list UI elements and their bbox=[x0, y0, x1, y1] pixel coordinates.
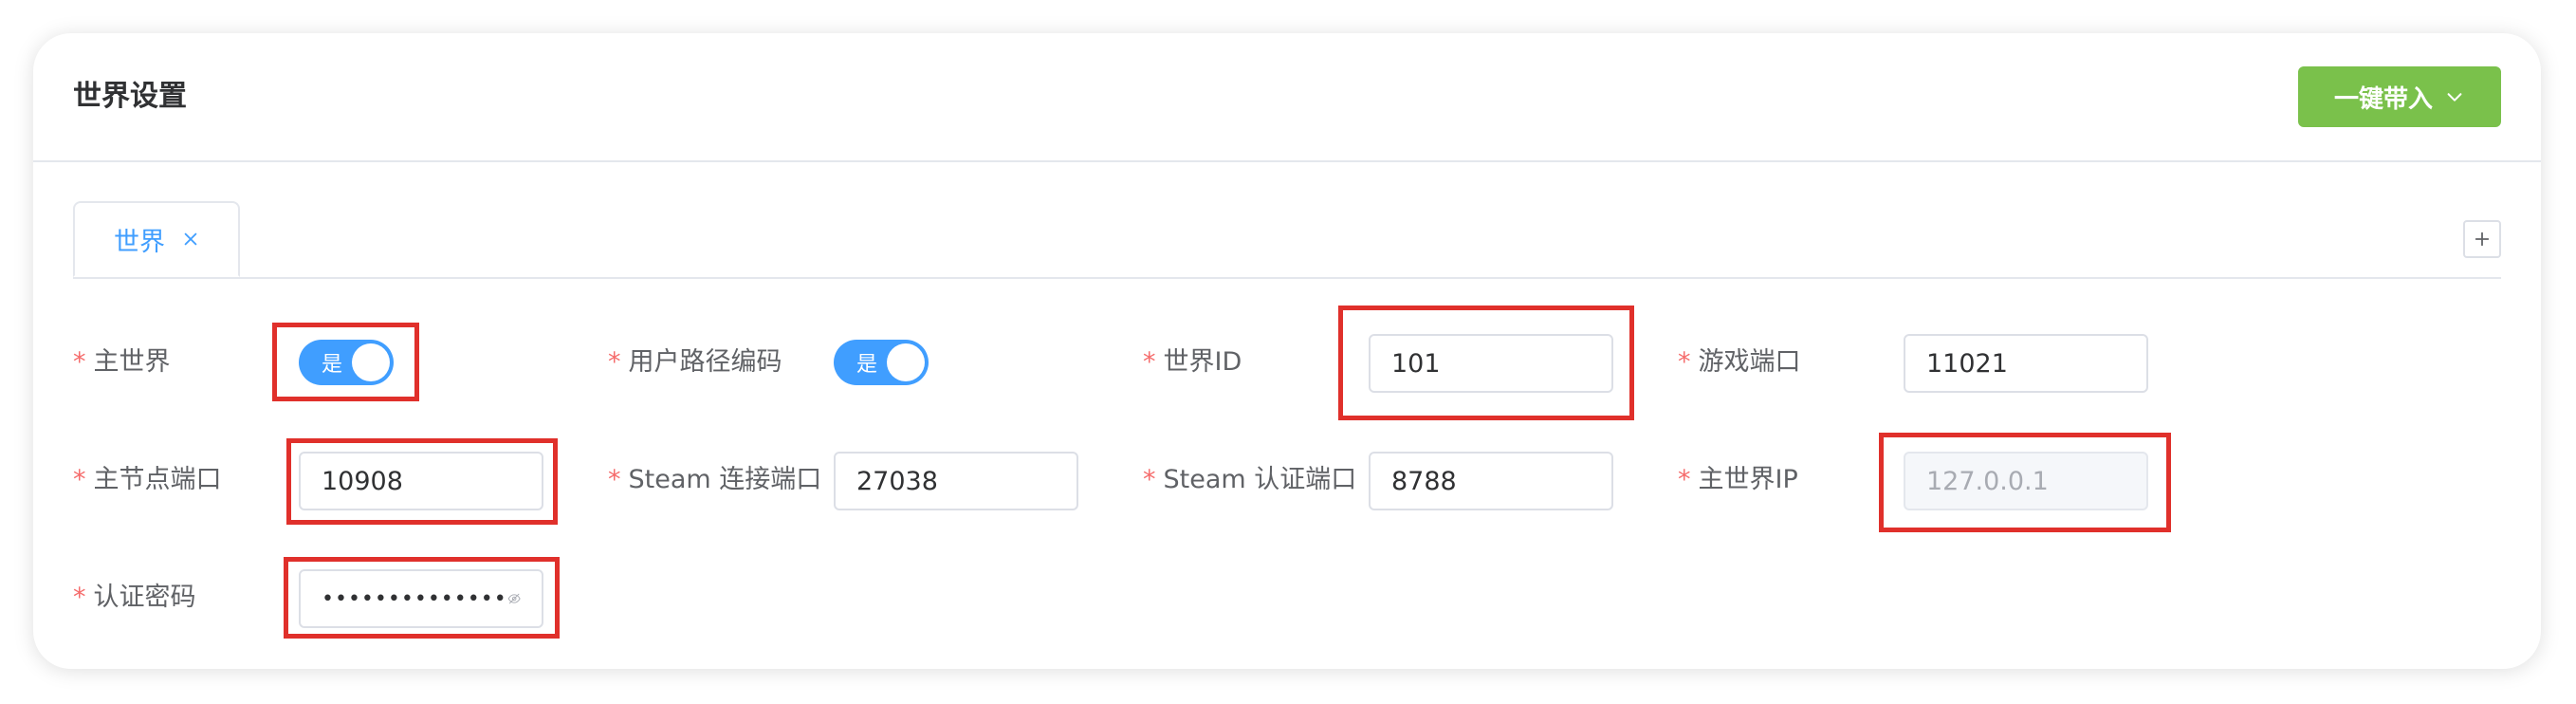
master-node-port-label: * 主节点端口 bbox=[73, 461, 222, 499]
tab-world[interactable]: 世界 bbox=[73, 201, 240, 277]
steam-conn-port-value: 27038 bbox=[856, 466, 938, 496]
steam-conn-port-label-text: Steam 连接端口 bbox=[628, 465, 822, 494]
required-mark: * bbox=[73, 347, 86, 377]
tab-world-label: 世界 bbox=[114, 227, 165, 257]
main-world-label: * 主世界 bbox=[73, 343, 171, 381]
required-mark: * bbox=[1678, 347, 1691, 377]
required-mark: * bbox=[73, 583, 86, 612]
required-mark: * bbox=[1678, 465, 1691, 494]
world-id-input[interactable]: 101 bbox=[1369, 334, 1613, 393]
master-node-port-value: 10908 bbox=[322, 466, 403, 496]
world-id-label: * 世界ID bbox=[1143, 343, 1242, 381]
add-tab-button[interactable] bbox=[2463, 220, 2501, 258]
eye-off-icon[interactable] bbox=[507, 584, 521, 613]
required-mark: * bbox=[1143, 465, 1156, 494]
world-id-label-text: 世界ID bbox=[1163, 347, 1242, 377]
switch-knob bbox=[352, 343, 390, 381]
close-icon[interactable] bbox=[182, 231, 199, 248]
one-click-import-label: 一键带入 bbox=[2333, 84, 2433, 114]
user-path-encoding-label: * 用户路径编码 bbox=[608, 343, 782, 381]
auth-password-label-text: 认证密码 bbox=[93, 583, 196, 612]
user-path-encoding-switch-text: 是 bbox=[856, 353, 878, 377]
plus-icon bbox=[2475, 232, 2490, 247]
steam-conn-port-input[interactable]: 27038 bbox=[834, 452, 1078, 510]
auth-password-label: * 认证密码 bbox=[73, 579, 196, 617]
required-mark: * bbox=[1143, 347, 1156, 377]
required-mark: * bbox=[73, 465, 86, 494]
steam-auth-port-input[interactable]: 8788 bbox=[1369, 452, 1613, 510]
game-port-label-text: 游戏端口 bbox=[1698, 347, 1801, 377]
steam-auth-port-label: * Steam 认证端口 bbox=[1143, 461, 1356, 499]
master-node-port-label-text: 主节点端口 bbox=[93, 465, 222, 494]
user-path-encoding-switch[interactable]: 是 bbox=[834, 340, 929, 385]
game-port-input[interactable]: 11021 bbox=[1904, 334, 2148, 393]
one-click-import-button[interactable]: 一键带入 bbox=[2298, 66, 2501, 127]
main-world-switch-text: 是 bbox=[322, 353, 343, 377]
main-world-ip-label: * 主世界IP bbox=[1678, 461, 1798, 499]
required-mark: * bbox=[608, 347, 621, 377]
main-world-ip-input: 127.0.0.1 bbox=[1904, 452, 2148, 510]
steam-conn-port-label: * Steam 连接端口 bbox=[608, 461, 821, 499]
required-mark: * bbox=[608, 465, 621, 494]
master-node-port-input[interactable]: 10908 bbox=[299, 452, 543, 510]
chevron-down-icon bbox=[2447, 93, 2462, 102]
main-world-ip-placeholder: 127.0.0.1 bbox=[1926, 466, 2049, 496]
world-tabs: 世界 bbox=[73, 201, 2501, 279]
game-port-label: * 游戏端口 bbox=[1678, 343, 1801, 381]
card-header: 世界设置 一键带入 bbox=[33, 33, 2541, 162]
game-port-value: 11021 bbox=[1926, 348, 2008, 379]
steam-auth-port-label-text: Steam 认证端口 bbox=[1163, 465, 1357, 494]
world-settings-card: 世界设置 一键带入 世界 * 主世界 是 * 用户路径编码 是 * 世界ID 1… bbox=[33, 33, 2541, 669]
auth-password-input[interactable]: •••••••••••••• bbox=[299, 569, 543, 628]
card-title: 世界设置 bbox=[73, 80, 187, 113]
auth-password-value: •••••••••••••• bbox=[322, 586, 507, 611]
main-world-switch[interactable]: 是 bbox=[299, 340, 394, 385]
user-path-encoding-label-text: 用户路径编码 bbox=[628, 347, 782, 377]
main-world-label-text: 主世界 bbox=[93, 347, 171, 377]
main-world-ip-label-text: 主世界IP bbox=[1698, 465, 1798, 494]
switch-knob bbox=[887, 343, 925, 381]
world-id-value: 101 bbox=[1391, 348, 1441, 379]
steam-auth-port-value: 8788 bbox=[1391, 466, 1457, 496]
